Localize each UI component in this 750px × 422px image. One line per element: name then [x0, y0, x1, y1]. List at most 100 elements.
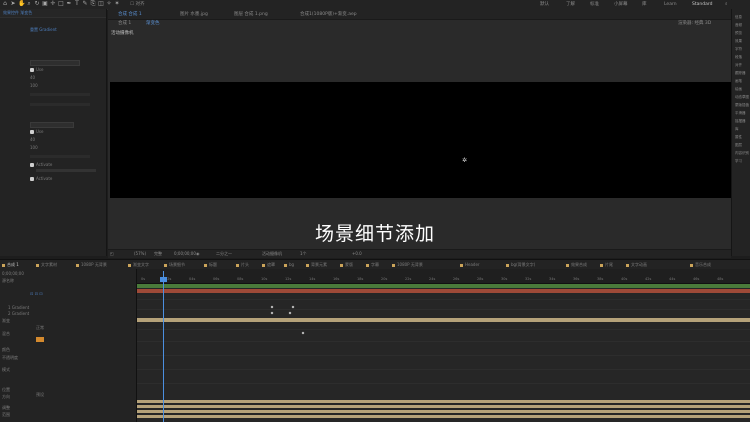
tl-tab-9[interactable]: 背景元素	[306, 262, 327, 268]
tab-footage[interactable]: 图片 水墨.jpg	[180, 11, 208, 17]
checkbox-icon[interactable]	[30, 68, 34, 72]
region-of-interest-icon[interactable]: ◰	[110, 251, 114, 257]
activate-checkbox-row[interactable]: Activate	[30, 162, 52, 167]
use-checkbox-row[interactable]: Use	[30, 67, 43, 72]
tab-comp-1[interactable]: 合成 合成 1	[118, 11, 142, 17]
panel-content-aware[interactable]: 内容识别	[735, 151, 749, 155]
pan-behind-icon[interactable]: ✛	[50, 1, 56, 7]
opacity-value-2[interactable]: 40	[30, 137, 35, 142]
panel-motion-sketch[interactable]: 动态草图	[735, 95, 749, 99]
playhead[interactable]	[163, 271, 164, 422]
snapshot-icon[interactable]: ◉	[196, 251, 200, 257]
comp-canvas[interactable]: ✲	[110, 82, 731, 198]
type-icon[interactable]: T	[74, 1, 80, 7]
selected-keyframe-icon[interactable]	[36, 337, 44, 342]
effect-slider[interactable]	[30, 93, 90, 96]
panel-paragraph[interactable]: 段落	[735, 55, 742, 59]
layer-bar-tan[interactable]	[137, 405, 750, 408]
layer-row-2[interactable]: 2 Gradient	[8, 311, 29, 316]
tl-tab-16[interactable]: 片尾	[600, 262, 613, 268]
tl-tab-18[interactable]: 音乐合成	[690, 262, 711, 268]
pen-icon[interactable]: ✒	[66, 1, 72, 7]
playhead-handle[interactable]	[160, 277, 167, 282]
layer-bar-tan[interactable]	[137, 415, 750, 418]
subtab-gradient[interactable]: 渐变色	[146, 20, 160, 26]
views-dropdown[interactable]: 1个	[300, 251, 307, 257]
layer-switches[interactable]: ⊡ ⊡ ⊡	[30, 291, 43, 296]
effect-slider[interactable]	[30, 103, 90, 106]
prop-color[interactable]: 颜色	[2, 347, 10, 353]
workspace-library[interactable]: 库	[642, 1, 647, 8]
renderer-label[interactable]: 渲染器: 经典 3D	[678, 20, 711, 26]
panel-smoother[interactable]: 平滑器	[735, 111, 746, 115]
blend-mode-dropdown[interactable]	[30, 60, 80, 66]
tl-tab-4[interactable]: 场景细节	[164, 262, 185, 268]
panel-properties[interactable]: 属性	[735, 135, 742, 139]
current-timecode[interactable]: 0;00;00;00	[174, 251, 196, 257]
tl-tab-11[interactable]: 字幕	[366, 262, 379, 268]
panel-info[interactable]: 信息	[735, 15, 742, 19]
panel-mask-interp[interactable]: 蒙版插值	[735, 103, 749, 107]
checkbox-icon[interactable]	[30, 177, 34, 181]
tl-tab-15[interactable]: 效果合成	[566, 262, 587, 268]
tl-tab-6[interactable]: 片头	[236, 262, 249, 268]
anchor-point-icon[interactable]: ✲	[462, 157, 467, 164]
layer-bar-tan[interactable]	[137, 410, 750, 413]
subtab-comp[interactable]: 合成 1	[118, 20, 131, 26]
color-slider[interactable]	[36, 169, 96, 172]
search-help-icon[interactable]: ⌕	[725, 1, 728, 8]
effect-reset-label[interactable]: 重置 Gradient	[30, 27, 57, 32]
home-icon[interactable]: ⌂	[2, 1, 8, 7]
clone-icon[interactable]: ⎘	[90, 1, 96, 7]
roto-icon[interactable]: ✧	[106, 1, 112, 7]
workspace-learn-en[interactable]: Learn	[664, 1, 677, 8]
time-ruler[interactable]: 0s 02s 04s 06s 08s 10s 12s 14s 16s 18s 20s 22s 24s 26…	[137, 269, 750, 284]
position-value-2[interactable]: 100	[30, 145, 38, 150]
keyframe-icon[interactable]	[288, 311, 292, 315]
snap-toggle[interactable]: ☐ 对齐	[130, 1, 144, 8]
tl-tab-2[interactable]: 1080P 无背景	[76, 262, 107, 268]
prop-range[interactable]: 范围	[2, 412, 10, 418]
panel-effects[interactable]: 效果	[735, 39, 742, 43]
camera-icon[interactable]: ▣	[42, 1, 48, 7]
activate-checkbox-row-2[interactable]: Activate	[30, 176, 52, 181]
panel-character[interactable]: 字符	[735, 47, 742, 51]
effect-slider[interactable]	[30, 155, 90, 158]
panel-brushes[interactable]: 画笔	[735, 79, 742, 83]
tl-tab-12[interactable]: 1080P 无背景	[392, 262, 423, 268]
prop-position[interactable]: 位置	[2, 387, 10, 393]
exposure-value[interactable]: +0.0	[352, 251, 362, 257]
panel-audio[interactable]: 音频	[735, 23, 742, 27]
tl-tab-8[interactable]: bg	[284, 262, 294, 267]
panel-learn[interactable]: 学习	[735, 159, 742, 163]
layer-row-3[interactable]: 渐变	[2, 318, 10, 324]
tl-tab-5[interactable]: 标题	[204, 262, 217, 268]
panel-preview[interactable]: 预览	[735, 31, 742, 35]
zoom-icon[interactable]: ⌕	[26, 1, 32, 7]
panel-align[interactable]: 对齐	[735, 63, 742, 67]
layer-row-1[interactable]: 1 Gradient	[8, 305, 29, 310]
work-area-bar[interactable]	[137, 284, 750, 288]
panel-layers[interactable]: 图层	[735, 143, 742, 147]
panel-paint[interactable]: 绘画	[735, 87, 742, 91]
panel-libraries[interactable]: 库	[735, 127, 739, 131]
prop-mode[interactable]: 模式	[2, 367, 10, 373]
rect-mask-icon[interactable]: □	[58, 1, 64, 7]
opacity-value[interactable]: 40	[30, 75, 35, 80]
keyframe-icon[interactable]	[301, 331, 305, 335]
zoom-level[interactable]: (57%)	[134, 251, 146, 257]
resolution-dropdown[interactable]: 完整	[154, 251, 162, 257]
tab-project[interactable]: 合成1(1080P版)+渐变.aep	[300, 11, 357, 17]
position-value[interactable]: 100	[30, 83, 38, 88]
tl-tab-10[interactable]: 蒙版	[340, 262, 353, 268]
effect-controls-tab[interactable]: 效果控件 渐变色	[3, 10, 32, 15]
timeline-timecode[interactable]: 0;00;00;00	[2, 271, 24, 276]
layer-bar-tan[interactable]	[137, 400, 750, 403]
prop-direction[interactable]: 方向	[2, 394, 10, 400]
checkbox-icon[interactable]	[30, 130, 34, 134]
blend-mode-dropdown-2[interactable]	[30, 122, 74, 128]
eraser-icon[interactable]: ◫	[98, 1, 104, 7]
layer-bar-red[interactable]	[137, 289, 750, 293]
tl-tab-1[interactable]: 文字素材	[36, 262, 57, 268]
tl-tab-7[interactable]: 遮罩	[262, 262, 275, 268]
